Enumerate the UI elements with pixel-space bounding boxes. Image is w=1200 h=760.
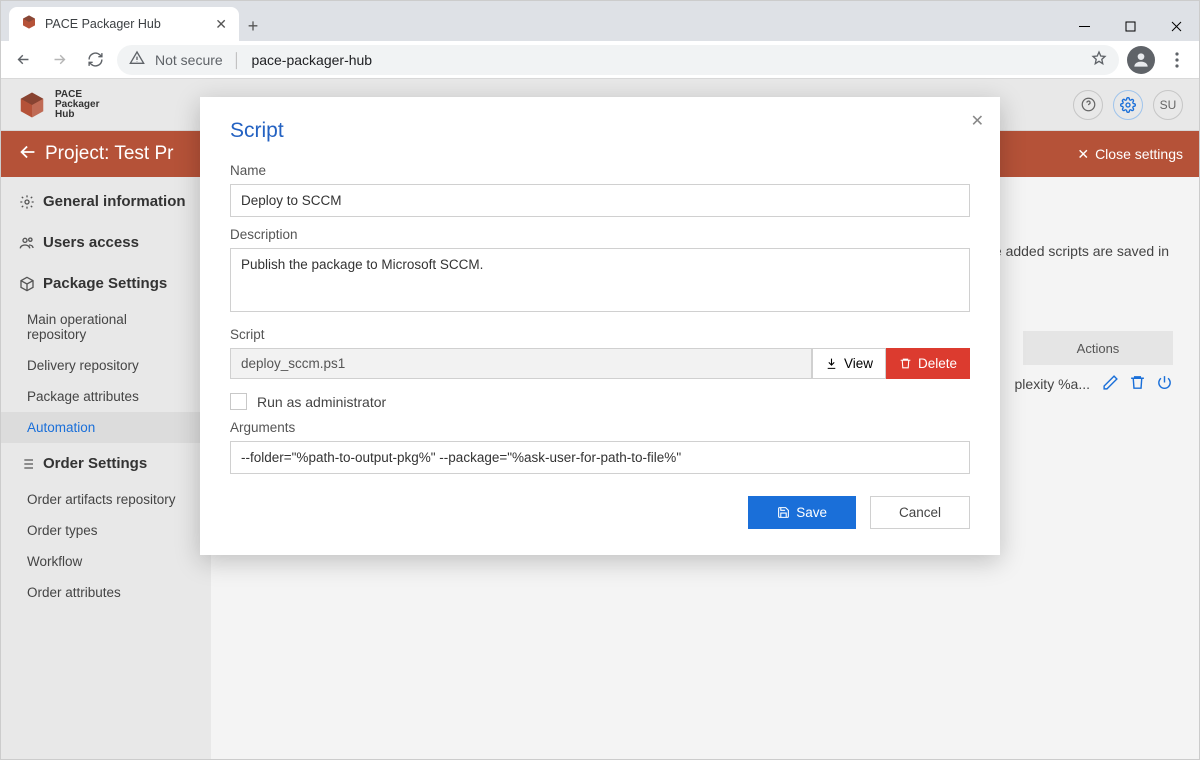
script-file-display: deploy_sccm.ps1: [230, 348, 812, 379]
script-label: Script: [230, 327, 970, 342]
not-secure-label: Not secure: [155, 52, 223, 68]
back-button[interactable]: [9, 46, 37, 74]
maximize-button[interactable]: [1107, 11, 1153, 41]
close-window-button[interactable]: [1153, 11, 1199, 41]
script-modal: ✕ Script Name Description Script deploy_…: [200, 97, 1000, 555]
forward-button[interactable]: [45, 46, 73, 74]
arguments-input[interactable]: [230, 441, 970, 474]
modal-title: Script: [230, 119, 970, 143]
description-input[interactable]: [230, 248, 970, 312]
run-as-admin-label: Run as administrator: [257, 394, 386, 410]
view-button-label: View: [844, 356, 873, 371]
name-input[interactable]: [230, 184, 970, 217]
star-icon[interactable]: [1091, 50, 1107, 69]
cancel-button-label: Cancel: [899, 505, 941, 520]
view-button[interactable]: View: [812, 348, 886, 379]
cancel-button[interactable]: Cancel: [870, 496, 970, 529]
arguments-label: Arguments: [230, 420, 970, 435]
run-as-admin-checkbox[interactable]: [230, 393, 247, 410]
close-tab-icon[interactable]: ✕: [215, 16, 227, 33]
url-text: pace-packager-hub: [251, 52, 372, 68]
browser-address-bar: Not secure │ pace-packager-hub: [1, 41, 1199, 79]
save-icon: [777, 506, 790, 519]
download-icon: [825, 357, 838, 370]
minimize-button[interactable]: [1061, 11, 1107, 41]
name-label: Name: [230, 163, 970, 178]
trash-icon: [899, 357, 912, 370]
browser-tab[interactable]: PACE Packager Hub ✕: [9, 7, 239, 41]
tab-title: PACE Packager Hub: [45, 17, 207, 31]
description-label: Description: [230, 227, 970, 242]
save-button-label: Save: [796, 505, 827, 520]
warning-icon: [129, 50, 145, 69]
browser-menu-button[interactable]: [1163, 52, 1191, 68]
new-tab-button[interactable]: +: [239, 16, 267, 41]
save-button[interactable]: Save: [748, 496, 856, 529]
modal-close-button[interactable]: ✕: [971, 111, 984, 131]
profile-avatar-button[interactable]: [1127, 46, 1155, 74]
delete-button[interactable]: Delete: [886, 348, 970, 379]
reload-button[interactable]: [81, 46, 109, 74]
url-omnibox[interactable]: Not secure │ pace-packager-hub: [117, 45, 1119, 75]
delete-button-label: Delete: [918, 356, 957, 371]
cube-icon: [21, 14, 37, 35]
browser-title-bar: PACE Packager Hub ✕ +: [1, 1, 1199, 41]
modal-backdrop: ✕ Script Name Description Script deploy_…: [1, 79, 1199, 759]
window-controls: [1061, 11, 1199, 41]
